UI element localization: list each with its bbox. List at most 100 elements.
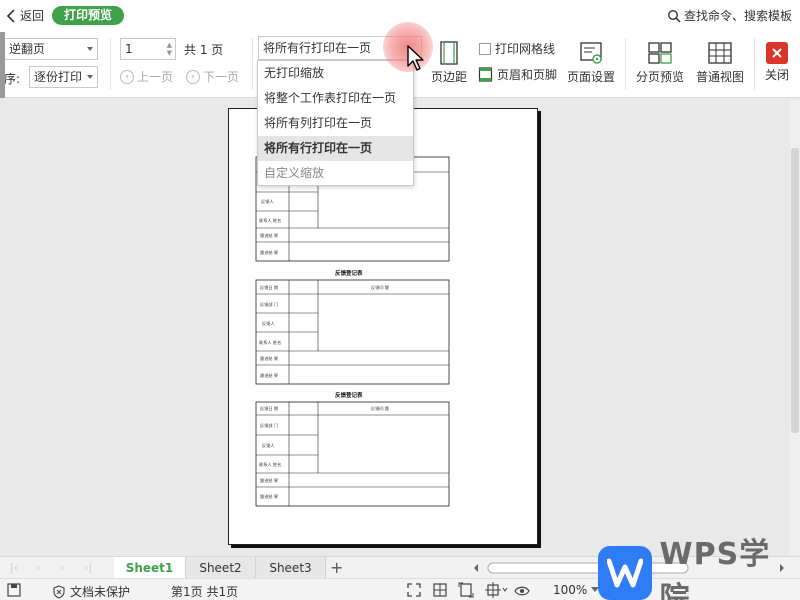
page-break-preview-label: 分页预览: [635, 70, 684, 84]
cell-result: 跟进结 果: [260, 477, 279, 484]
prev-page-button[interactable]: ‹ 上一页: [120, 68, 173, 85]
cell-dept: 反馈部 门: [260, 301, 278, 308]
arrow-left-icon: ‹: [120, 69, 134, 84]
normal-view-label: 普通视图: [695, 70, 744, 84]
form-block-2: 反馈登记表 反馈日 期 反馈问 题 反馈部 门 反馈人 联系人 姓名 跟进结 果…: [255, 269, 450, 385]
prev-page-label: 上一页: [137, 70, 174, 84]
collate-value: 逐份打印: [34, 70, 83, 84]
vertical-scrollbar[interactable]: [790, 100, 800, 555]
zoom-label: 100%: [553, 583, 588, 597]
print-scale-value: 将所有行打印在一页: [263, 41, 372, 55]
cell-contact: 联系人 姓名: [259, 217, 281, 224]
next-page-label: 下一页: [203, 70, 240, 84]
zoom-value[interactable]: 100%: [553, 583, 600, 597]
header-footer-icon: [478, 67, 493, 82]
next-page-button[interactable]: › 下一页: [186, 68, 239, 85]
cell-result: 跟进结 果: [260, 232, 279, 239]
divider: [252, 38, 253, 90]
cell-note: 跟进结 果: [260, 372, 279, 379]
sheet-tab-3[interactable]: Sheet3: [256, 557, 326, 579]
cell-note: 跟进结 果: [260, 249, 279, 256]
cell-issue: 反馈问 题: [371, 284, 390, 291]
chevron-down-icon: [87, 75, 93, 79]
collate-select[interactable]: 逐份打印: [29, 66, 98, 88]
close-preview-button[interactable]: 关闭: [762, 30, 792, 83]
margins-button[interactable]: 页边距: [430, 30, 468, 85]
header-footer-label: 页眉和页脚: [497, 68, 558, 82]
print-scale-dropdown: 无打印缩放 将整个工作表打印在一页 将所有列打印在一页 将所有行打印在一页 自定…: [257, 60, 414, 186]
grid-view-icon[interactable]: [432, 582, 448, 598]
print-preview-badge: 打印预览: [52, 6, 125, 25]
mouse-cursor-icon: [407, 45, 424, 71]
watermark-text: WPS学院: [659, 537, 771, 600]
page-margins-icon: [440, 41, 458, 65]
order-label: 序:: [4, 72, 21, 86]
eye-protection-icon[interactable]: [514, 582, 530, 598]
divider: [625, 38, 626, 90]
last-sheet-icon[interactable]: ›|: [84, 561, 92, 574]
cell-contact: 联系人 姓名: [259, 461, 281, 468]
margins-label: 页边距: [430, 70, 467, 84]
gridlines-label: 打印网格线: [495, 42, 556, 56]
normal-view-button[interactable]: 普通视图: [694, 30, 746, 85]
form-title: 反馈登记表: [335, 269, 363, 277]
scrollbar-thumb[interactable]: [791, 148, 799, 433]
page-view-icon[interactable]: [458, 582, 474, 598]
back-label: 返回: [20, 9, 45, 23]
chevron-left-icon: [6, 8, 15, 23]
save-icon[interactable]: [6, 582, 22, 598]
stepper-arrows-icon[interactable]: ▲ ▼: [167, 41, 172, 57]
arrow-right-icon: ›: [186, 69, 200, 84]
sheet-tab-1[interactable]: Sheet1: [114, 557, 186, 579]
sheet-tab-2[interactable]: Sheet2: [186, 557, 256, 579]
total-pages-label: 共 1 页: [184, 43, 224, 57]
page-order-select[interactable]: 逆翻页: [4, 38, 98, 60]
page-break-preview-icon: [648, 42, 672, 64]
command-search[interactable]: 查找命令、搜索模板: [667, 7, 792, 24]
cell-person: 反馈人: [262, 442, 275, 449]
header-footer-button[interactable]: 页眉和页脚: [478, 66, 557, 83]
cell-date: 反馈日 期: [260, 284, 278, 291]
form-block-3: 反馈登记表 反馈日 期 反馈问 题 反馈部 门 反馈人 联系人 姓名 跟进结 果…: [255, 391, 450, 507]
protect-label: 文档未保护: [70, 585, 131, 599]
print-gridlines-checkbox[interactable]: 打印网格线: [479, 40, 555, 57]
divider: [754, 38, 755, 90]
page-order-value: 逆翻页: [9, 42, 46, 56]
form-title: 反馈登记表: [335, 391, 363, 399]
cell-dept: 反馈部 门: [260, 422, 278, 429]
wps-logo-icon: [598, 546, 652, 600]
wps-academy-watermark: WPS学院: [598, 537, 800, 600]
page-setup-button[interactable]: 页面设置: [565, 30, 617, 85]
back-button[interactable]: 返回: [6, 7, 44, 24]
page-setup-icon: [580, 42, 602, 64]
next-sheet-icon[interactable]: ›: [60, 561, 64, 574]
scale-option-fit-rows[interactable]: 将所有行打印在一页: [258, 136, 413, 161]
fullscreen-icon[interactable]: [406, 582, 422, 598]
page-setup-label: 页面设置: [566, 70, 615, 84]
cell-person: 反馈人: [261, 198, 274, 205]
prev-sheet-icon[interactable]: ‹: [36, 561, 40, 574]
cell-result: 跟进结 果: [260, 355, 279, 362]
document-protection-status[interactable]: 文档未保护: [52, 583, 130, 600]
chevron-down-icon: [87, 47, 93, 51]
page-info: 第1页 共1页: [171, 585, 239, 599]
cell-issue: 反馈问 题: [371, 405, 390, 412]
left-edge-strip: [0, 32, 5, 98]
add-sheet-button[interactable]: +: [330, 557, 343, 579]
scale-option-custom[interactable]: 自定义缩放: [258, 161, 413, 186]
normal-view-icon: [708, 42, 732, 64]
scale-option-fit-sheet[interactable]: 将整个工作表打印在一页: [258, 86, 413, 111]
cell-date: 反馈日 期: [260, 405, 278, 412]
checkbox-box[interactable]: [479, 42, 491, 55]
fit-page-icon[interactable]: [484, 582, 508, 598]
page-number-input[interactable]: 1 ▲ ▼: [120, 38, 176, 60]
close-icon: [766, 42, 788, 64]
first-sheet-icon[interactable]: |‹: [10, 561, 18, 574]
search-icon: [667, 9, 681, 23]
page-number-value: 1: [125, 42, 133, 56]
scale-option-fit-columns[interactable]: 将所有列打印在一页: [258, 111, 413, 136]
cell-contact: 联系人 姓名: [259, 339, 281, 346]
cell-person: 反馈人: [262, 320, 275, 327]
shield-icon: [53, 584, 65, 599]
page-break-preview-button[interactable]: 分页预览: [634, 30, 686, 85]
